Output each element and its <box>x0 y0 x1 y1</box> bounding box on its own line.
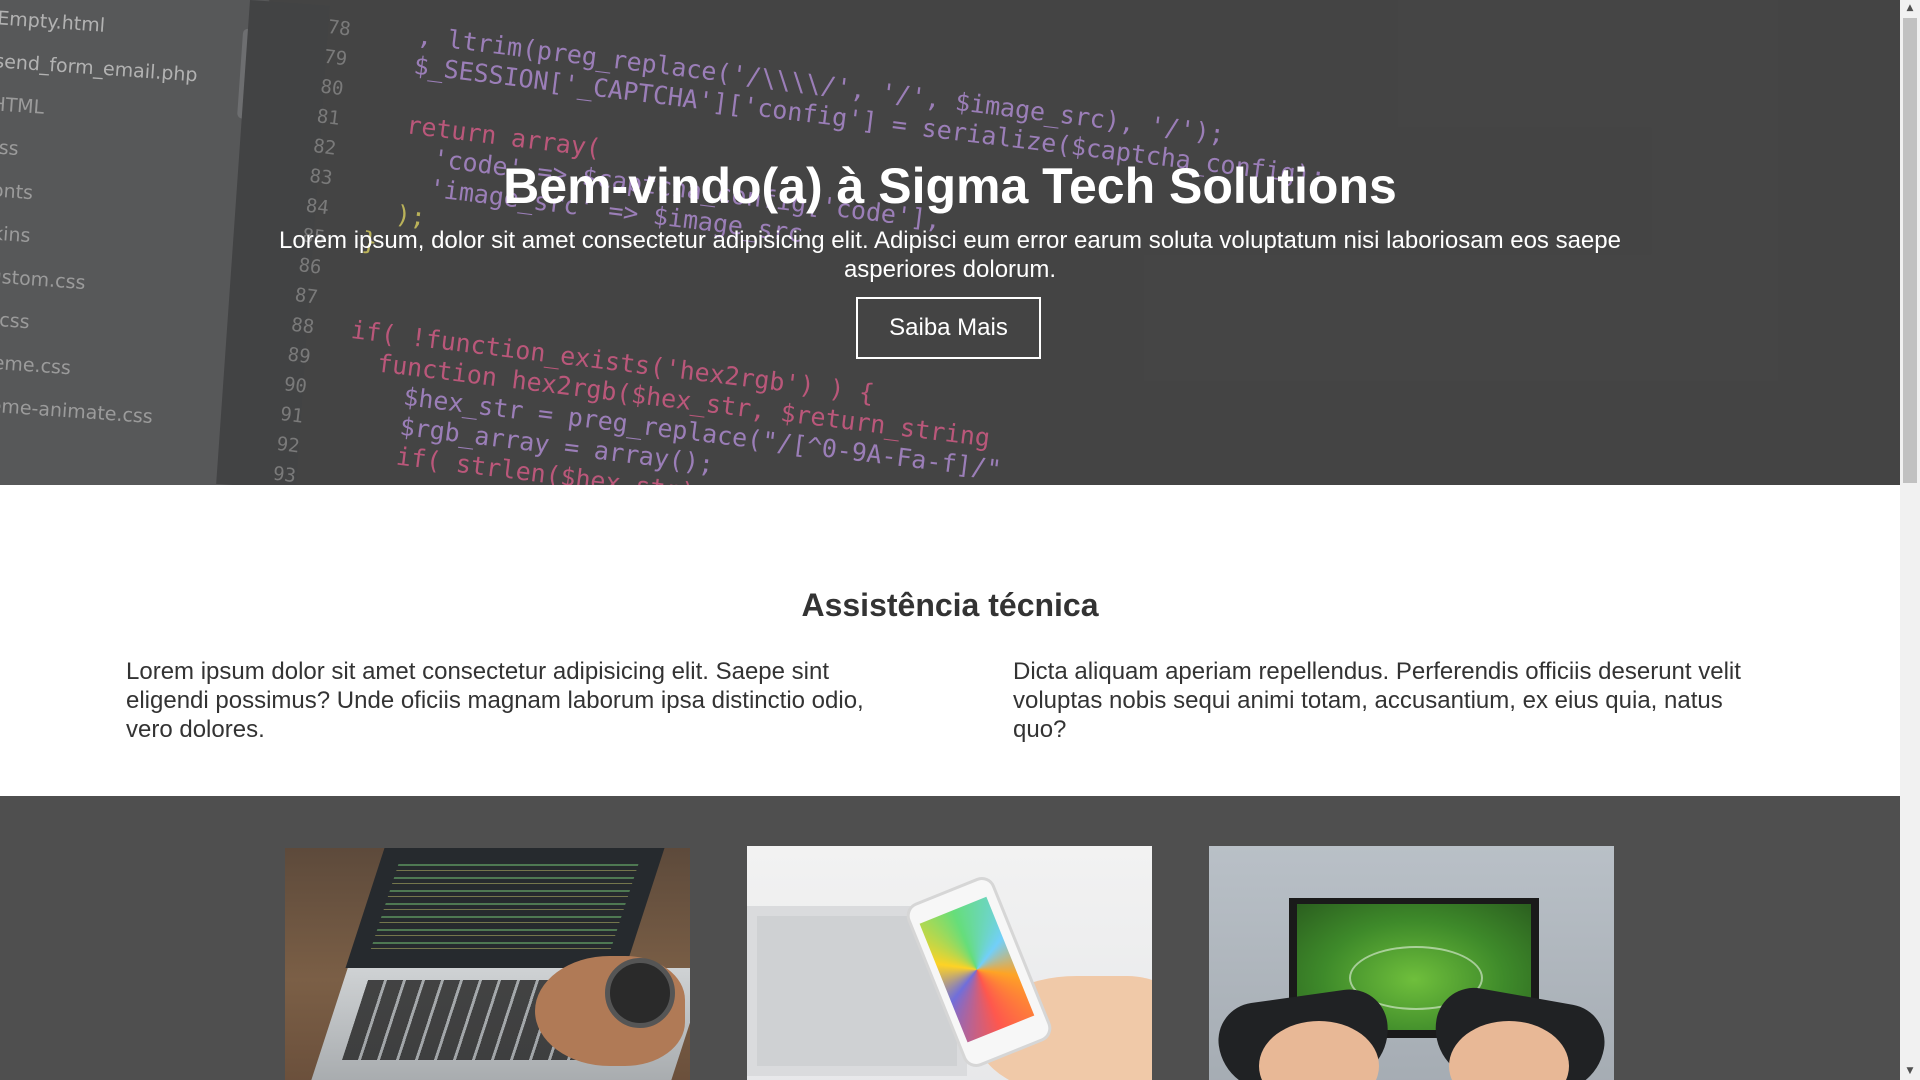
laptop-code <box>369 858 641 953</box>
service-text-left: Lorem ipsum dolor sit amet consectetur a… <box>126 658 864 743</box>
scroll-down-arrow-icon[interactable]: ▼ <box>1900 1063 1920 1080</box>
scrollbar-thumb[interactable] <box>1903 18 1917 483</box>
gallery-section <box>0 796 1900 1080</box>
page: Empty.html send_form_email.php HTML css font… <box>0 0 1900 1080</box>
laptop-coding-image <box>285 848 690 1080</box>
page-scrollbar[interactable]: ▲ ▼ <box>1900 0 1920 1080</box>
smartphone-image <box>747 846 1152 1080</box>
wristwatch <box>605 958 675 1028</box>
service-section: Assistência técnica Lorem ipsum dolor si… <box>0 485 1900 796</box>
service-text-right: Dicta aliquam aperiam repellendus. Perfe… <box>1013 658 1741 743</box>
hero-description: Lorem ipsum, dolor sit amet consectetur … <box>279 227 1621 283</box>
scroll-up-arrow-icon[interactable]: ▲ <box>1900 0 1920 17</box>
service-title: Assistência técnica <box>801 586 1099 623</box>
hero-section: Empty.html send_form_email.php HTML css font… <box>0 0 1900 485</box>
saiba-mais-button[interactable]: Saiba Mais <box>856 297 1041 359</box>
hero-title: Bem-vindo(a) à Sigma Tech Solutions <box>503 157 1397 214</box>
video-game-image <box>1209 846 1614 1080</box>
